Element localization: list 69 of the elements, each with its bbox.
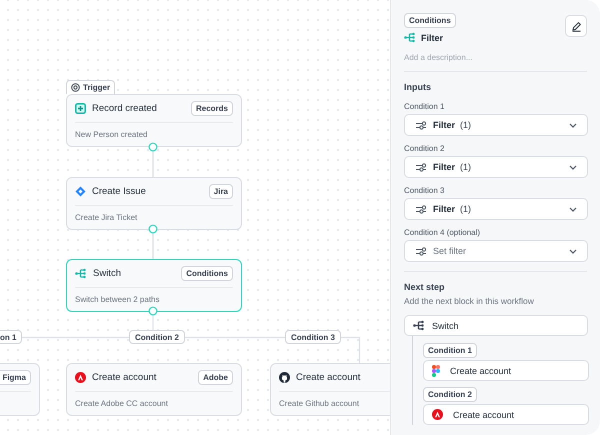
description-field[interactable]: Add a description... <box>404 53 587 62</box>
node-title: Record created <box>92 103 158 114</box>
node-title: Create account <box>92 372 158 383</box>
branch-icon <box>75 268 87 279</box>
connector-line <box>152 150 154 178</box>
pencil-icon <box>570 20 582 32</box>
target-icon <box>71 83 80 92</box>
chevron-down-icon <box>569 164 577 170</box>
next-block[interactable]: Create account <box>423 404 589 425</box>
node-description: Create Github account <box>279 398 360 408</box>
node-card[interactable]: Create account Adobe Create Adobe CC account <box>66 363 242 416</box>
block-title: Filter <box>421 32 444 42</box>
edit-button[interactable] <box>565 15 587 37</box>
sliders-icon <box>415 162 427 172</box>
app-tag: Conditions <box>181 266 233 281</box>
connector-handle[interactable] <box>148 306 158 316</box>
node-card[interactable]: Record created Records New Person created <box>66 94 242 147</box>
cat-logo-icon <box>279 372 290 383</box>
node-description: Create Jira Ticket <box>75 212 138 222</box>
section-heading: Inputs <box>404 82 432 92</box>
chevron-down-icon <box>569 122 577 128</box>
node-card[interactable]: Figma <box>0 363 40 416</box>
chevron-down-icon <box>569 206 577 212</box>
filter-select[interactable]: Filter (1) <box>404 198 588 220</box>
app-tag: Jira <box>208 184 233 199</box>
branch-label: on 1 <box>0 330 22 344</box>
chevron-down-icon <box>569 248 577 254</box>
node-card[interactable]: Create Issue Jira Create Jira Ticket <box>66 177 242 230</box>
condition-label: Condition 2 <box>404 144 446 153</box>
a-logo-icon <box>432 409 443 420</box>
condition-tag: Condition 2 <box>423 387 477 402</box>
filter-select[interactable]: Filter (1) <box>404 156 588 178</box>
condition-label: Condition 1 <box>404 102 446 111</box>
condition-tag: Condition 1 <box>423 343 477 358</box>
filter-select[interactable]: Filter (1) <box>404 114 588 136</box>
sliders-icon <box>415 204 427 214</box>
node-title: Create account <box>296 372 362 383</box>
branch-label: Condition 2 <box>129 330 185 344</box>
app-tag: Figma <box>0 370 31 385</box>
app-tag: Adobe <box>198 370 233 385</box>
connector-line <box>152 232 154 260</box>
node-title: Switch <box>93 268 122 279</box>
sliders-icon <box>415 120 427 130</box>
figma-logo-icon <box>432 364 440 376</box>
app-tag: Records <box>190 101 233 116</box>
condition-label: Condition 4 (optional) <box>404 228 482 237</box>
section-subtitle: Add the next block in this workflow <box>404 296 535 306</box>
node-description: Switch between 2 paths <box>75 294 160 304</box>
node-description: Create Adobe CC account <box>75 398 169 408</box>
plus-square-icon <box>75 103 86 114</box>
next-block[interactable]: Create account <box>423 360 589 381</box>
connector-handle[interactable] <box>148 224 158 234</box>
branch-icon <box>404 32 416 43</box>
diamond-icon <box>75 186 86 197</box>
section-heading: Next step <box>404 282 446 292</box>
type-tag: Conditions <box>404 13 456 28</box>
branch-icon <box>413 320 425 331</box>
node-card[interactable]: Create account Create Github account <box>270 363 390 416</box>
filter-select[interactable]: Set filter <box>404 240 588 262</box>
trigger-tag: Trigger <box>66 80 116 94</box>
sliders-icon <box>415 246 427 256</box>
node-description: New Person created <box>75 129 148 139</box>
node-card[interactable]: Switch Conditions Switch between 2 paths <box>66 259 242 312</box>
connector-handle[interactable] <box>148 142 158 152</box>
a-logo-icon <box>75 372 86 383</box>
branch-label: Condition 3 <box>285 330 341 344</box>
condition-label: Condition 3 <box>404 186 446 195</box>
node-title: Create Issue <box>92 186 147 197</box>
switch-block[interactable]: Switch <box>404 315 588 336</box>
